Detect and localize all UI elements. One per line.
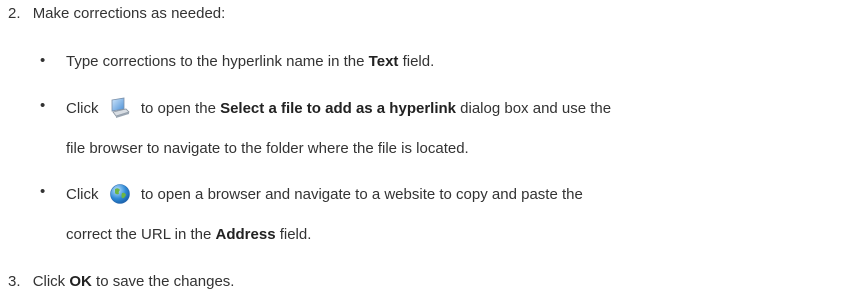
bullet-text: field. <box>398 53 435 70</box>
bullet-marker: • <box>40 97 46 114</box>
bullet-text: Click <box>66 186 99 203</box>
bold-text: Select a file to add as a hyperlink <box>220 100 456 117</box>
bold-text: OK <box>69 273 92 290</box>
bullet-item-browser: Click to open a browser and navigate to … <box>66 183 583 205</box>
bullet-text: dialog box and use the <box>456 100 612 117</box>
bullet-item-text-field: Type corrections to the hyperlink name i… <box>66 52 434 72</box>
step-text: Click OK to save the changes. <box>33 273 235 290</box>
step-3: 3. Click OK to save the changes. <box>8 272 234 292</box>
bold-text: Address <box>215 226 276 243</box>
bullet-text: Click <box>66 100 99 117</box>
bullet-text: file browser to navigate to the folder w… <box>66 140 469 157</box>
globe-icon[interactable] <box>109 183 131 205</box>
bullet-text: to open a browser and navigate to a webs… <box>140 186 583 203</box>
step-text: Make corrections as needed: <box>32 5 226 22</box>
bullet-text: correct the URL in the <box>66 226 216 243</box>
bullet-marker: • <box>40 52 46 69</box>
computer-icon[interactable] <box>109 97 131 119</box>
bullet-text: to open the <box>140 100 221 117</box>
bullet-marker: • <box>40 183 46 200</box>
bullet-continuation: file browser to navigate to the folder w… <box>66 139 469 159</box>
bold-text: Text <box>368 53 399 70</box>
step-text-post: to save the changes. <box>91 273 235 290</box>
bullet-text: field. <box>275 226 312 243</box>
bullet-continuation: correct the URL in the Address field. <box>66 225 311 245</box>
bullet-item-file-browser: Click to open the Select a file to add a… <box>66 97 611 119</box>
step-number: 2. <box>8 5 21 22</box>
step-number: 3. <box>8 273 21 290</box>
bullet-text: Type corrections to the hyperlink name i… <box>66 53 369 70</box>
step-text-pre: Click <box>32 273 70 290</box>
step-2: 2. Make corrections as needed: <box>8 4 225 24</box>
